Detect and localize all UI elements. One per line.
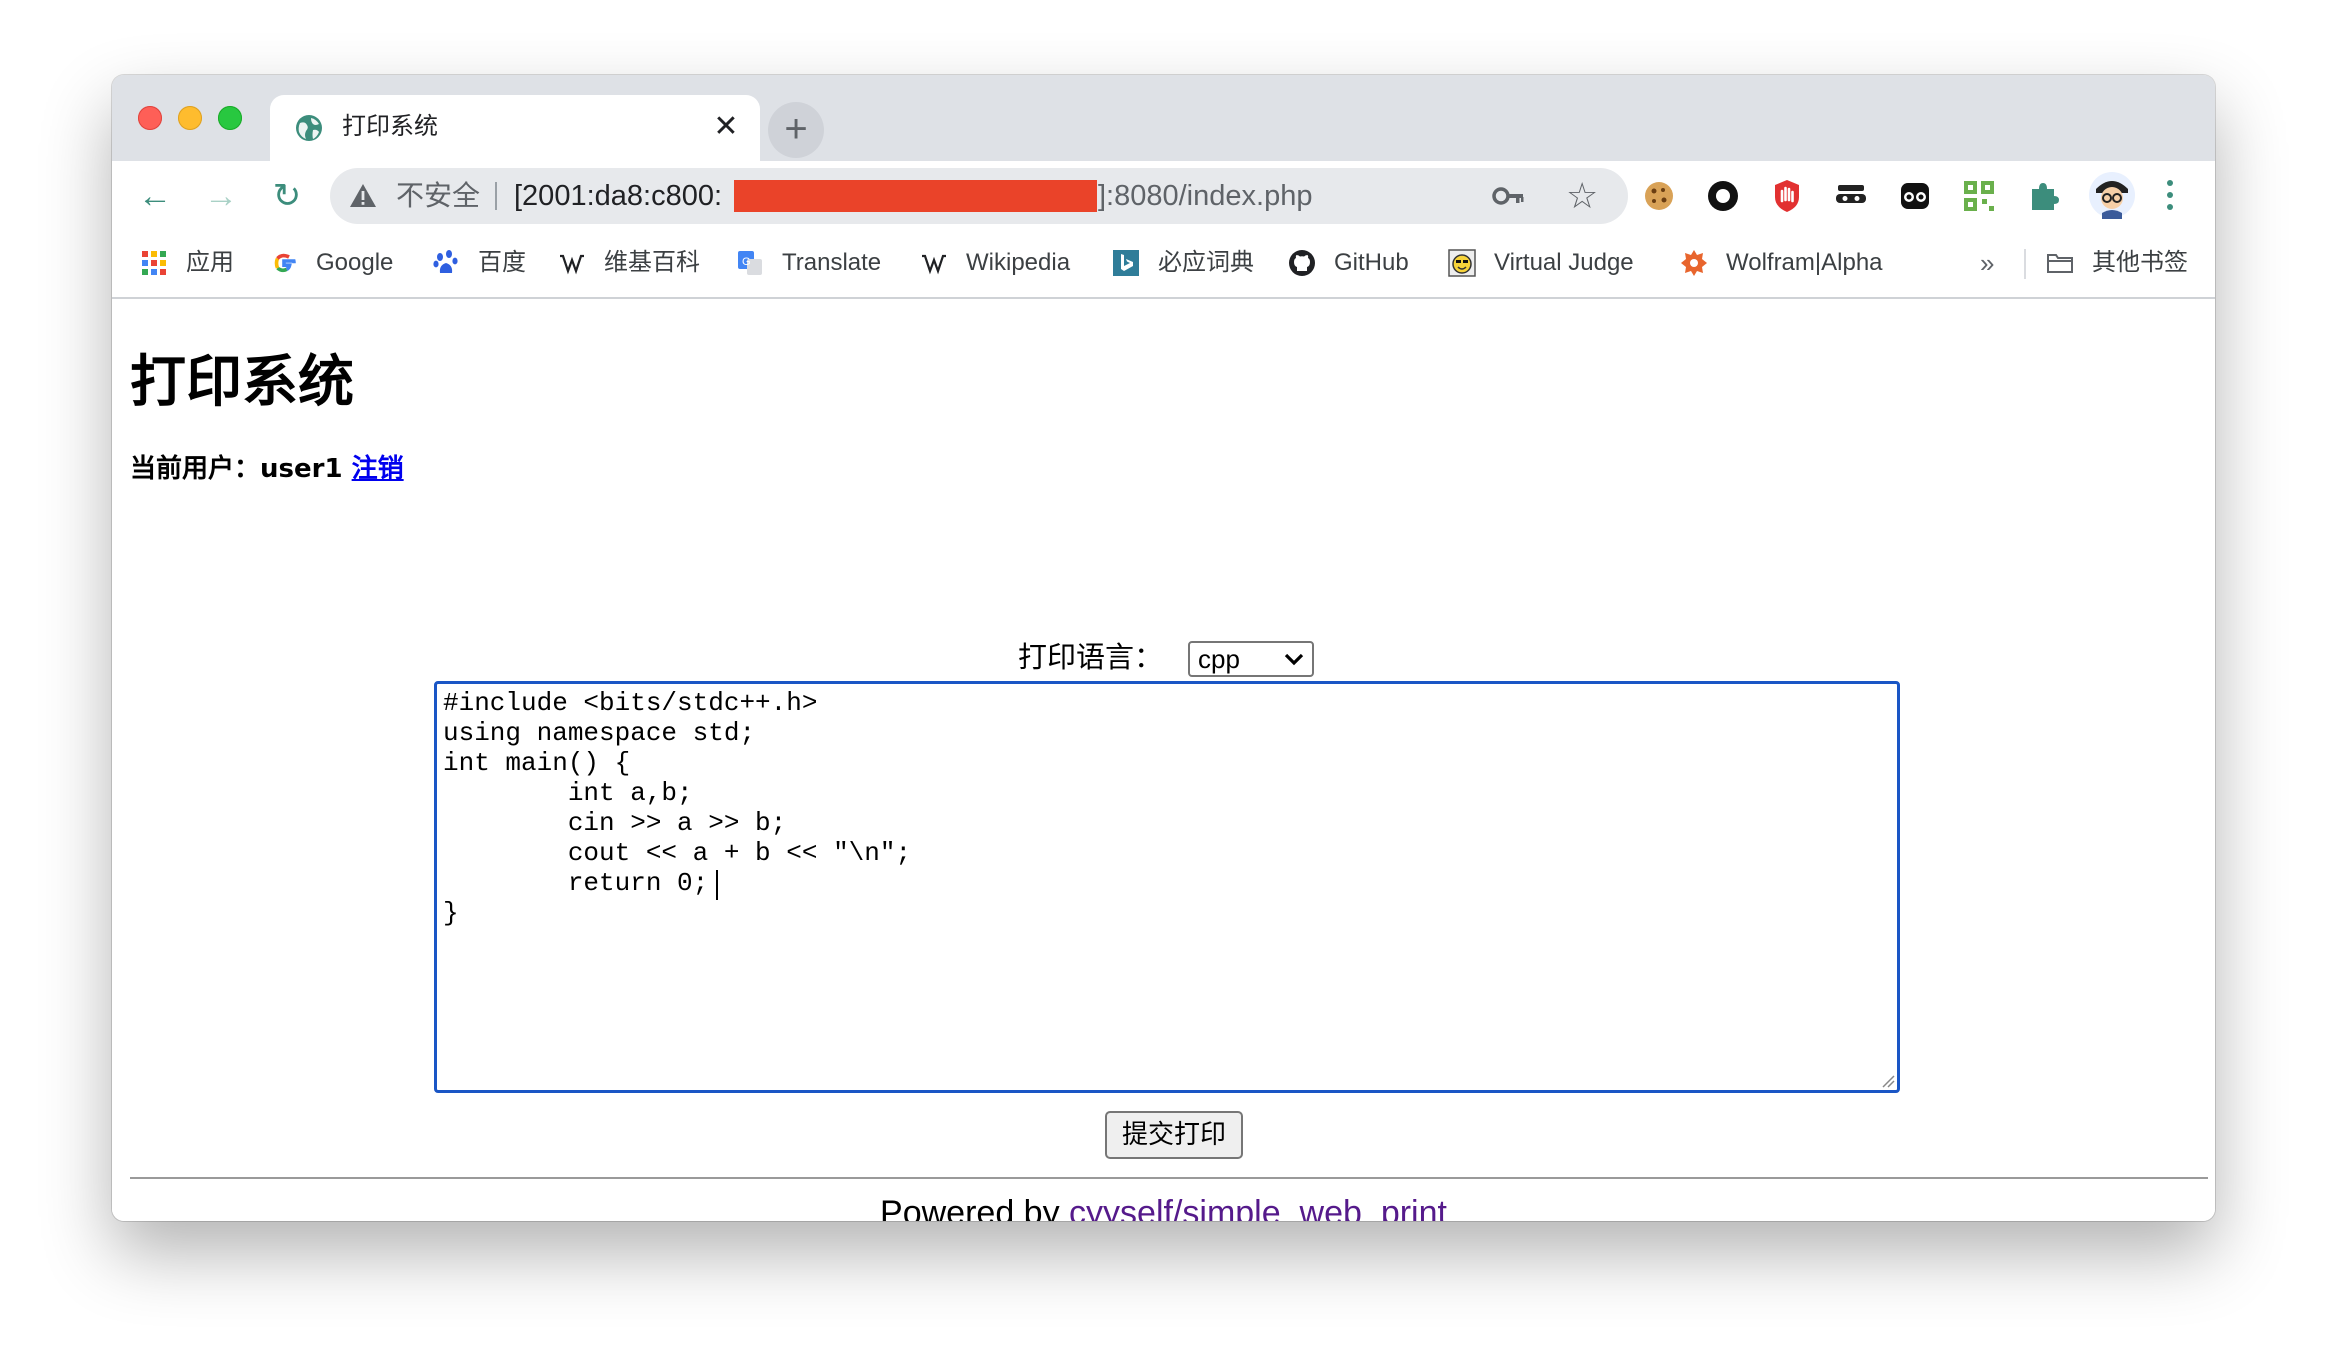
wolfram-icon (1681, 250, 1707, 276)
stop-hand-icon[interactable] (1768, 177, 1806, 215)
code-line: #include <bits/stdc++.h> (443, 688, 818, 718)
print-language-select[interactable]: cpp (1188, 641, 1314, 677)
text-cursor (716, 870, 718, 900)
bookmark-label: 其他书签 (2092, 249, 2188, 276)
bookmark-label: GitHub (1334, 249, 1409, 276)
url-host-prefix[interactable]: [2001:da8:c800: (514, 178, 722, 214)
globe-icon (296, 115, 322, 141)
code-line: int a,b; (443, 778, 693, 808)
footer-prefix: Powered by (880, 1194, 1070, 1221)
current-user-name: user1 (260, 454, 343, 484)
profile-avatar[interactable] (2088, 171, 2136, 219)
bookmark-label: 维基百科 (604, 249, 700, 276)
apps-grid-icon (142, 251, 166, 275)
bookmark-label: 百度 (478, 249, 526, 276)
more-menu-icon[interactable] (2158, 173, 2182, 217)
vjudge-icon (1448, 249, 1476, 277)
window-zoom-button[interactable] (218, 106, 242, 130)
tab-active[interactable]: 打印系统 ✕ (270, 95, 760, 161)
bing-icon (1113, 250, 1139, 276)
wikipedia-icon (560, 254, 584, 275)
code-textarea[interactable]: #include <bits/stdc++.h> using namespace… (434, 681, 1900, 1093)
bookmarks-bar: 应用 Google 百度 维基百科 G Translate Wikipedia … (112, 231, 2215, 299)
folder-icon (2047, 254, 2073, 273)
chevron-down-icon (1284, 653, 1304, 666)
svg-text:G: G (742, 256, 751, 268)
code-line: int main() { (443, 748, 631, 778)
forward-arrow-icon[interactable]: → (196, 171, 246, 221)
window-close-button[interactable] (138, 106, 162, 130)
browser-toolbar: ← → ↻ 不安全 [2001:da8:c800: ]:8080/index.p… (112, 161, 2215, 231)
url-port-path[interactable]: ]:8080/index.php (1098, 178, 1312, 214)
url-redaction-bar (734, 180, 1097, 212)
new-tab-button[interactable]: + (768, 102, 824, 158)
page-content: 打印系统 当前用户：user1 注销 打印语言： cpp #include <b… (112, 299, 2215, 1221)
code-line: return 0; (443, 868, 709, 898)
bookmarks-divider (2024, 249, 2026, 279)
language-row: 打印语言： cpp (112, 635, 2215, 679)
bookmark-label: Virtual Judge (1494, 249, 1634, 276)
window-minimize-button[interactable] (178, 106, 202, 130)
github-icon (1289, 250, 1315, 276)
address-separator (495, 182, 497, 210)
warning-triangle-icon[interactable] (348, 181, 378, 211)
bookmark-label: Wikipedia (966, 249, 1071, 276)
back-arrow-icon[interactable]: ← (130, 171, 180, 221)
tab-close-icon[interactable]: ✕ (710, 111, 742, 143)
ring-icon[interactable] (1704, 177, 1742, 215)
address-bar[interactable]: 不安全 [2001:da8:c800: ]:8080/index.php ☆ (330, 168, 1628, 224)
translate-icon: G (738, 251, 762, 275)
footer-divider (130, 1177, 2208, 1179)
bookmarks-overflow-chevron-icon[interactable]: » (1980, 245, 1994, 281)
bookmark-label: 应用 (186, 249, 234, 276)
puzzle-extensions-icon[interactable] (2024, 177, 2062, 215)
screenshot-stage: 打印系统 ✕ + ← → ↻ 不安全 [2001:da8:c800: ]:808… (0, 0, 2326, 1368)
key-icon[interactable] (1492, 180, 1526, 212)
reload-icon[interactable]: ↻ (262, 171, 312, 221)
submit-print-button[interactable]: 提交打印 (1105, 1111, 1243, 1159)
logout-link[interactable]: 注销 (352, 454, 404, 484)
panda-icon[interactable] (1896, 177, 1934, 215)
incognito-mask-icon[interactable] (1832, 177, 1870, 215)
footer: Powered by cyyself/simple_web_print (112, 1191, 2215, 1221)
bookmark-label: Google (316, 249, 394, 276)
current-user-line: 当前用户：user1 注销 (130, 449, 404, 489)
browser-window: 打印系统 ✕ + ← → ↻ 不安全 [2001:da8:c800: ]:808… (112, 75, 2215, 1221)
google-icon (274, 253, 296, 273)
bookmark-label: Wolfram|Alpha (1726, 249, 1883, 276)
cookie-icon[interactable] (1640, 177, 1678, 215)
code-line: cout << a + b << "\n"; (443, 838, 912, 868)
footer-repo-link[interactable]: cyyself/simple_web_print (1069, 1194, 1447, 1221)
tab-title: 打印系统 (342, 113, 438, 140)
code-line: } (443, 898, 459, 928)
print-language-label: 打印语言： (1018, 640, 1164, 674)
wikipedia-icon (922, 254, 946, 275)
print-language-value: cpp (1198, 644, 1240, 674)
code-line: using namespace std; (443, 718, 756, 748)
resize-grip-icon[interactable] (1879, 1072, 1895, 1088)
title-bar: 打印系统 ✕ + (112, 75, 2215, 161)
qr-code-icon[interactable] (1960, 177, 1998, 215)
baidu-paw-icon (433, 250, 458, 273)
bookmark-label: 必应词典 (1158, 249, 1254, 276)
page-title: 打印系统 (130, 350, 354, 415)
current-user-label: 当前用户： (130, 454, 261, 484)
bookmark-label: Translate (782, 249, 882, 276)
star-icon[interactable]: ☆ (1566, 176, 1598, 216)
code-line: cin >> a >> b; (443, 808, 787, 838)
not-secure-label[interactable]: 不安全 (396, 178, 480, 214)
